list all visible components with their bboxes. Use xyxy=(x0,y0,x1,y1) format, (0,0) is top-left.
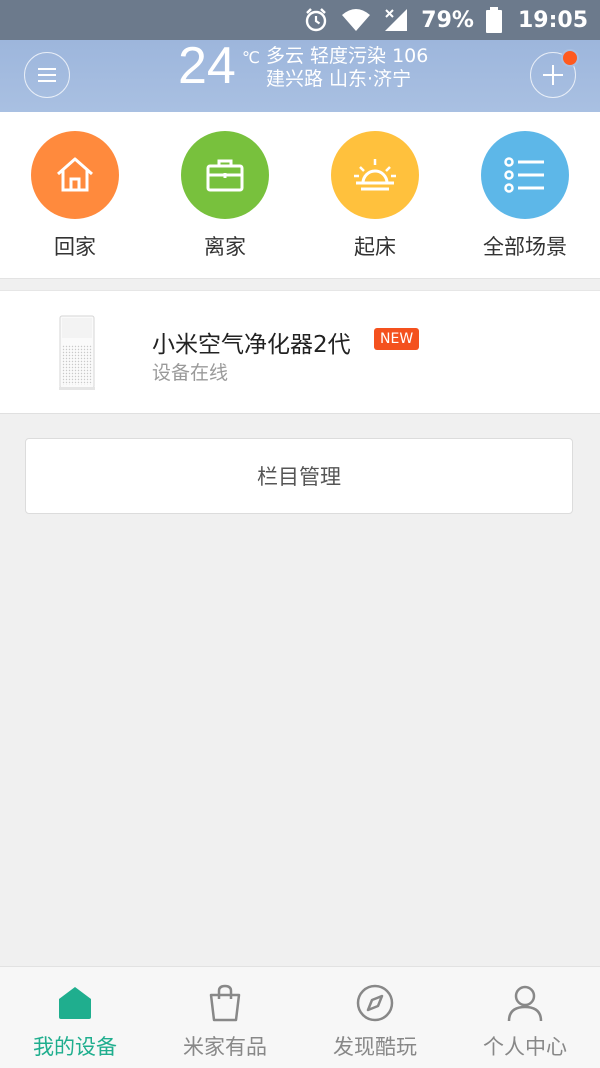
notification-dot xyxy=(561,49,579,67)
weather-header: 24 ℃ 多云 轻度污染 106 建兴路 山东·济宁 xyxy=(0,37,600,112)
battery-percent: 79% xyxy=(421,7,474,33)
temperature-unit: ℃ xyxy=(242,48,260,67)
status-icons: 79% 19:05 xyxy=(303,0,588,40)
sunrise-icon xyxy=(354,159,396,191)
nav-label: 米家有品 xyxy=(183,1035,267,1059)
home-icon xyxy=(57,157,93,192)
device-status: 设备在线 xyxy=(152,362,229,384)
air-purifier-image xyxy=(59,315,95,390)
scene-all-scenes[interactable]: 全部场景 xyxy=(450,131,600,261)
compass-icon xyxy=(356,984,394,1022)
manage-sections-button[interactable]: 栏目管理 xyxy=(25,438,573,514)
scene-icon-circle xyxy=(331,131,419,219)
wifi-icon xyxy=(342,9,371,31)
person-icon xyxy=(507,985,543,1022)
scene-icon-circle xyxy=(181,131,269,219)
scene-label: 回家 xyxy=(54,235,96,259)
scene-icon-circle xyxy=(481,131,569,219)
home-filled-icon xyxy=(59,987,91,1019)
scene-wake-up[interactable]: 起床 xyxy=(300,131,450,261)
device-card-air-purifier[interactable]: 小米空气净化器2代 NEW 设备在线 xyxy=(0,290,600,414)
nav-label: 我的设备 xyxy=(33,1035,117,1059)
clock: 19:05 xyxy=(517,7,588,33)
temperature: 24 xyxy=(178,37,236,95)
nav-label: 个人中心 xyxy=(483,1035,567,1059)
bottom-nav: 我的设备 米家有品 发现酷玩 个人中心 xyxy=(0,966,600,1068)
location-label: 建兴路 山东·济宁 xyxy=(266,68,412,90)
device-name: 小米空气净化器2代 xyxy=(152,332,351,358)
nav-youpin[interactable]: 米家有品 xyxy=(150,967,300,1068)
briefcase-icon xyxy=(206,159,244,192)
nav-my-devices[interactable]: 我的设备 xyxy=(0,967,150,1068)
menu-icon xyxy=(38,68,56,82)
nav-profile[interactable]: 个人中心 xyxy=(450,967,600,1068)
status-bar: 79% 19:05 xyxy=(0,0,600,40)
battery-icon xyxy=(485,7,502,33)
list-icon xyxy=(504,157,544,193)
signal-icon xyxy=(385,9,408,31)
scene-leave-home[interactable]: 离家 xyxy=(150,131,300,261)
scene-label: 离家 xyxy=(204,235,246,259)
plus-icon xyxy=(543,65,563,85)
scene-label: 全部场景 xyxy=(483,235,567,259)
shopping-bag-icon xyxy=(209,984,241,1022)
scene-icon-circle xyxy=(31,131,119,219)
nav-label: 发现酷玩 xyxy=(333,1035,417,1059)
scene-shortcuts: 回家 离家 起床 全部场景 xyxy=(0,112,600,279)
alarm-icon xyxy=(306,8,327,32)
nav-discover[interactable]: 发现酷玩 xyxy=(300,967,450,1068)
add-device-button[interactable] xyxy=(530,49,579,98)
scene-label: 起床 xyxy=(354,235,396,259)
menu-button[interactable] xyxy=(24,52,70,98)
new-badge: NEW xyxy=(374,328,420,350)
scene-go-home[interactable]: 回家 xyxy=(0,131,150,261)
